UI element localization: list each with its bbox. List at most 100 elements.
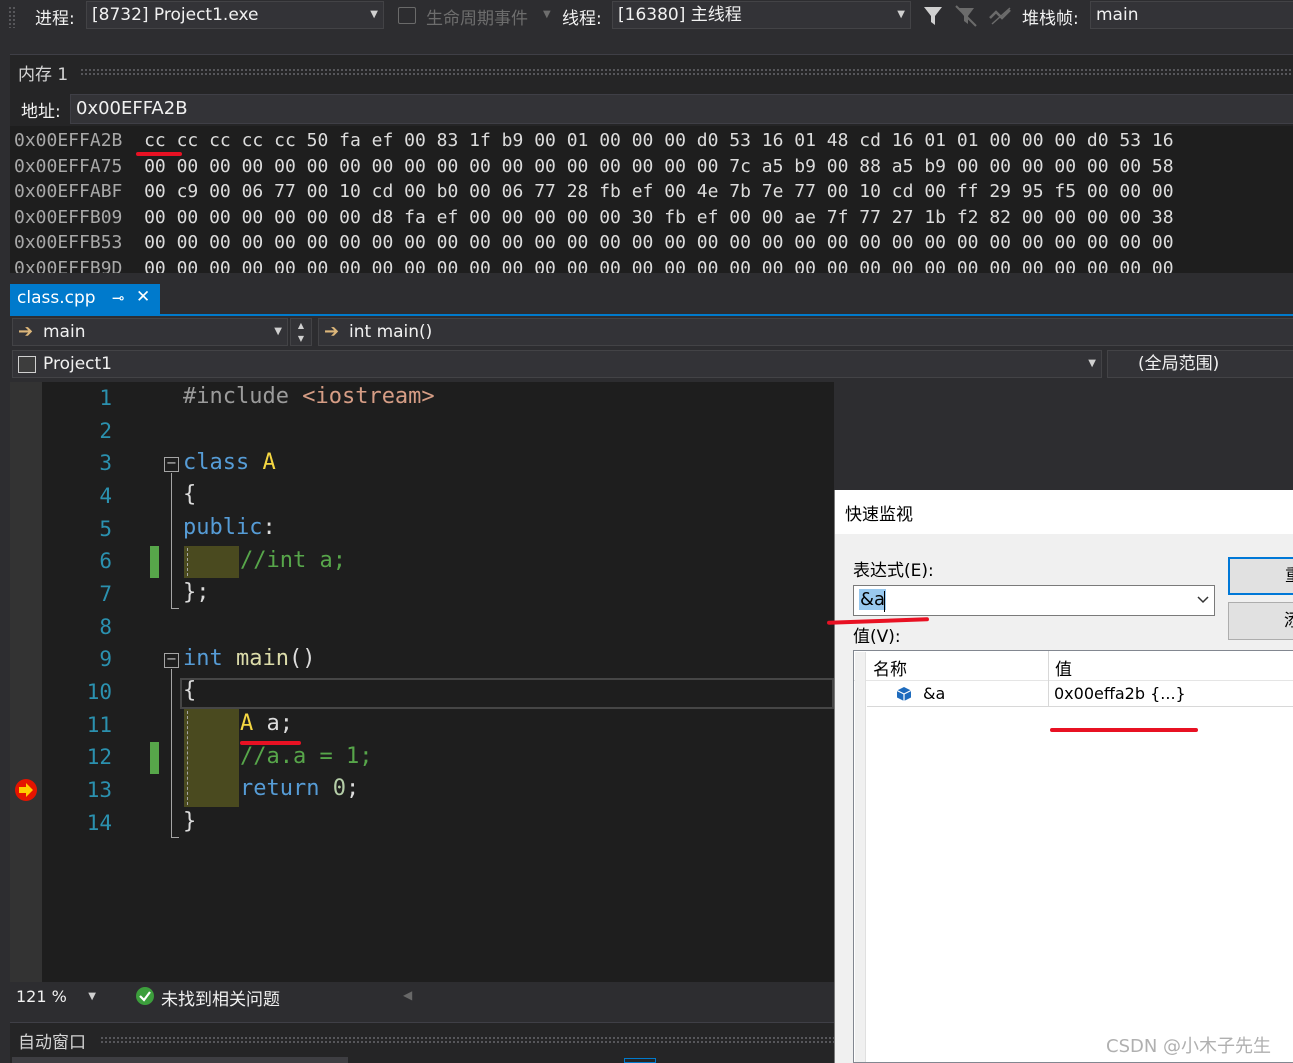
thread-dropdown[interactable]: [16380] 主线程 ▼: [612, 1, 911, 29]
thread-switch-icon[interactable]: [988, 4, 1014, 28]
red-underline-code: [240, 741, 301, 745]
autos-tab-indicator[interactable]: [624, 1058, 656, 1063]
member-value: int main(): [349, 322, 433, 342]
chevron-down-icon: ▼: [274, 326, 282, 337]
quickwatch-title: 快速监视: [845, 505, 913, 525]
code-line-14[interactable]: }: [183, 809, 196, 834]
global-scope-dropdown[interactable]: (全局范围): [1107, 350, 1293, 378]
scope-spinner[interactable]: ▲ ▼: [290, 318, 312, 346]
add-watch-button[interactable]: 添: [1228, 602, 1293, 640]
column-header-name[interactable]: 名称: [873, 655, 907, 680]
fold-guide-end: [171, 608, 179, 609]
code-line-12[interactable]: //a.a = 1;: [240, 744, 372, 769]
chevron-down-icon: ▼: [897, 9, 905, 20]
scope-dropdown[interactable]: ➔ main ▼: [12, 318, 288, 346]
memory-row[interactable]: 0x00EFFA75 00 00 00 00 00 00 00 00 00 00…: [14, 154, 1174, 179]
chevron-down-icon: ▼: [88, 991, 96, 1002]
code-line-3[interactable]: class A: [183, 450, 276, 475]
address-value: 0x00EFFA2B: [76, 98, 188, 119]
indicator-margin[interactable]: [10, 382, 42, 982]
indent-guide: [187, 711, 188, 805]
expression-value: &a: [859, 589, 887, 610]
instruction-pointer-icon[interactable]: [14, 778, 40, 802]
thread-value: [16380] 主线程: [618, 5, 742, 25]
code-line-4[interactable]: {: [183, 482, 196, 507]
memory-row[interactable]: 0x00EFFABF 00 c9 00 06 77 00 10 cd 00 b0…: [14, 179, 1174, 204]
close-icon[interactable]: ✕: [136, 287, 150, 307]
issues-status[interactable]: 未找到相关问题: [161, 985, 280, 1010]
fold-guide: [171, 669, 172, 837]
zoom-dropdown[interactable]: 121 % ▼: [10, 984, 102, 1010]
memory-window-title: 内存 1: [18, 65, 69, 85]
stack-frame-value: main: [1096, 5, 1139, 25]
scope-value: main: [43, 322, 86, 342]
memory-row[interactable]: 0x00EFFB09 00 00 00 00 00 00 00 d8 fa ef…: [14, 205, 1174, 230]
filter-off-icon[interactable]: [954, 4, 978, 28]
code-line-9[interactable]: int main(): [183, 646, 315, 671]
memory-row[interactable]: 0x00EFFB53 00 00 00 00 00 00 00 00 00 00…: [14, 230, 1174, 255]
chevron-down-icon: ▼: [543, 9, 551, 20]
indent-highlight: [184, 546, 239, 578]
project-icon: [18, 356, 36, 373]
editor-status-bar: [10, 982, 834, 1012]
member-dropdown[interactable]: ➔ int main(): [318, 318, 1293, 346]
code-line-1[interactable]: #include <iostream>: [183, 384, 435, 409]
stack-frame-label: 堆栈帧:: [1022, 9, 1079, 29]
autos-title-grip: [100, 1036, 834, 1044]
tab-class-cpp[interactable]: class.cpp ⊸ ✕: [10, 284, 160, 316]
check-circle-icon: [136, 987, 154, 1005]
project-dropdown[interactable]: Project1 ▼: [12, 350, 1102, 378]
add-watch-button-label: 添: [1284, 611, 1293, 631]
memory-grid: 0x00EFFA2B cc cc cc cc cc 50 fa ef 00 83…: [10, 126, 1293, 273]
toolbar-grip[interactable]: [8, 6, 16, 28]
red-underline-memory: [136, 152, 182, 156]
tab-label: class.cpp: [17, 288, 96, 308]
chevron-down-icon[interactable]: [1197, 596, 1209, 604]
current-line-box: [180, 678, 834, 709]
object-icon: [896, 687, 912, 701]
memory-row[interactable]: 0x00EFFA2B cc cc cc cc cc 50 fa ef 00 83…: [14, 128, 1174, 153]
lifecycle-events-label[interactable]: 生命周期事件: [426, 4, 528, 29]
text-cursor: [884, 591, 885, 612]
code-line-7[interactable]: };: [183, 580, 210, 605]
stack-frame-dropdown[interactable]: main: [1090, 1, 1293, 29]
autos-scrollbar[interactable]: [12, 1057, 348, 1063]
change-indicator: [150, 546, 159, 578]
watermark: CSDN @小木子先生: [1106, 1036, 1272, 1057]
process-label: 进程:: [35, 9, 75, 29]
row-value: 0x00effa2b {...}: [1054, 684, 1186, 703]
editor-tab-strip: [10, 284, 1293, 316]
collapse-toggle-class[interactable]: −: [164, 457, 179, 472]
expression-input[interactable]: &a: [853, 585, 1215, 616]
code-line-13[interactable]: return 0;: [240, 776, 359, 801]
fold-guide: [171, 473, 172, 609]
code-line-10[interactable]: {: [183, 678, 196, 703]
red-underline-value: [1050, 728, 1198, 732]
zoom-value: 121 %: [16, 987, 67, 1006]
address-input[interactable]: 0x00EFFA2B: [70, 94, 1293, 124]
reevaluate-button[interactable]: 重: [1228, 557, 1293, 595]
expression-label: 表达式(E):: [853, 561, 934, 581]
value-grid[interactable]: [853, 650, 1293, 1063]
indent-highlight: [184, 709, 239, 807]
fold-guide-end: [171, 837, 179, 838]
autos-window-title: 自动窗口: [18, 1033, 86, 1053]
code-line-5[interactable]: public:: [183, 515, 276, 540]
pin-icon[interactable]: ⊸: [112, 289, 125, 307]
arrow-right-icon: ➔: [324, 321, 340, 342]
collapse-toggle-main[interactable]: −: [164, 653, 179, 668]
filter-icon[interactable]: [922, 4, 944, 28]
memory-row[interactable]: 0x00EFFB9D 00 00 00 00 00 00 00 00 00 00…: [14, 256, 1174, 273]
code-line-11[interactable]: A a;: [240, 711, 293, 736]
code-line-6[interactable]: //int a;: [240, 548, 346, 573]
thread-label: 线程:: [562, 9, 602, 29]
reevaluate-button-label: 重: [1285, 566, 1293, 586]
scroll-left-arrow-icon[interactable]: ◀: [403, 988, 412, 1002]
lifecycle-icon[interactable]: [398, 7, 416, 24]
global-scope-value: (全局范围): [1138, 354, 1220, 374]
arrow-right-icon: ➔: [18, 321, 34, 342]
grid-left-gutter: [855, 652, 866, 1062]
value-label: 值(V):: [853, 627, 901, 647]
process-dropdown[interactable]: [8732] Project1.exe ▼: [86, 1, 384, 29]
column-header-value[interactable]: 值: [1055, 655, 1072, 680]
